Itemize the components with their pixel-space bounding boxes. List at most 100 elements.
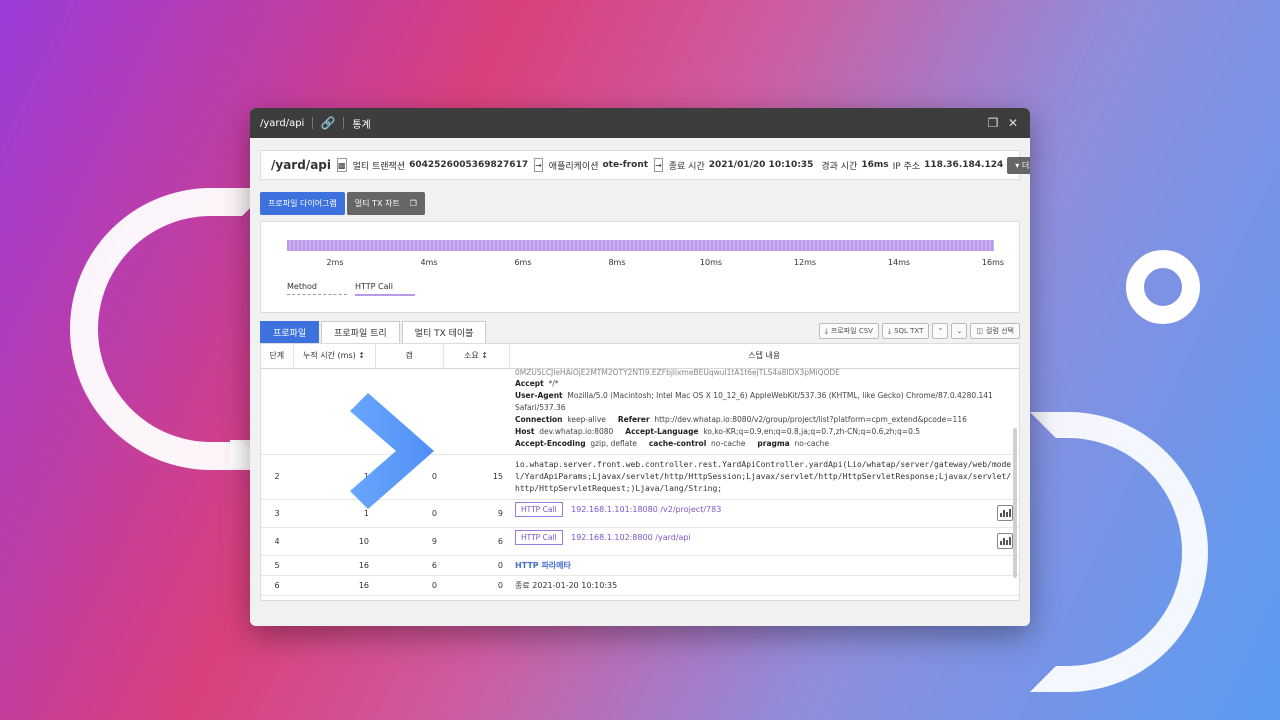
duration-cell: 0 xyxy=(443,575,509,596)
col-gap[interactable]: 갭 xyxy=(375,344,444,369)
http-call-badge[interactable]: HTTP Call xyxy=(515,530,563,545)
step-cell: 4 xyxy=(261,527,293,556)
decorative-arc-right xyxy=(1030,412,1208,692)
tick-label: 14ms xyxy=(887,258,911,267)
chart-icon[interactable]: ▩ xyxy=(337,158,347,172)
header-value: no-cache xyxy=(794,438,829,448)
truncated-line: 0MZU5LCJleHAiOjE2MTM2OTY2NTl9.EZFbjlixme… xyxy=(515,368,840,377)
bar-chart-icon[interactable] xyxy=(997,533,1013,549)
multi-tx-chart-button[interactable]: 멀티 TX 차트 ❐ xyxy=(346,192,425,215)
tick-label: 12ms xyxy=(793,258,817,267)
content-cell: io.whatap.server.front.web.controller.re… xyxy=(509,454,1019,500)
http-target-path: /v2/project/783 xyxy=(660,505,722,514)
sort-icon[interactable]: ↕ xyxy=(358,351,365,360)
content-cell: HTTP Call 192.168.1.102:8800 /yard/api xyxy=(509,527,1019,556)
tick-label: 16ms xyxy=(981,258,1005,267)
duration-cell: 9 xyxy=(443,499,509,528)
profile-window: /yard/api 🔗 통계 ❐ ✕ /yard/api ▩ 멀티 트랜잭션 6… xyxy=(250,108,1030,626)
duration-cell: 6 xyxy=(443,527,509,556)
link-icon[interactable]: 🔗 xyxy=(321,116,336,130)
legend-http-call: HTTP Call xyxy=(355,282,393,291)
http-call-badge[interactable]: HTTP Call xyxy=(515,502,563,517)
header-key: Accept-Encoding xyxy=(515,438,586,448)
multi-tx-id: 6042526005369827617 xyxy=(409,160,529,170)
gap-cell: 0 xyxy=(375,575,443,596)
copy-icon[interactable]: ❐ xyxy=(410,199,417,208)
header-key: Accept-Language xyxy=(625,426,699,436)
profile-diagram-button[interactable]: 프로파일 다이어그램 xyxy=(260,192,345,215)
app-label: 애플리케이션 xyxy=(548,161,599,172)
bar-chart-icon[interactable] xyxy=(997,505,1013,521)
header-key: cache-control xyxy=(648,438,707,448)
tick-label: 4ms xyxy=(420,258,438,267)
more-label: 더보기 xyxy=(1021,160,1030,170)
header-value: gzip, deflate xyxy=(590,438,637,448)
http-param-link[interactable]: HTTP 파라메타 xyxy=(509,555,1019,576)
sql-label: SQL TXT xyxy=(894,327,924,335)
table-row[interactable]: 4 10 9 6 HTTP Call 192.168.1.102:8800 /y… xyxy=(261,527,1019,556)
close-icon[interactable]: ✕ xyxy=(1006,116,1020,130)
cumulative-cell: 16 xyxy=(293,555,375,576)
app-name: ote-front xyxy=(602,160,649,170)
duration-cell: 15 xyxy=(443,454,509,500)
col-cumulative[interactable]: 누적 시간 (ms) ↕ xyxy=(293,344,376,369)
step-cell: 3 xyxy=(261,499,293,528)
chevron-up-icon[interactable]: ⌃ xyxy=(932,323,949,339)
col-content[interactable]: 스텝 내용 xyxy=(509,344,1019,369)
http-headers-cell: 0MZU5LCJleHAiOjE2MTM2OTY2NTl9.EZFbjlixme… xyxy=(509,368,1019,455)
table-row[interactable]: 6 16 0 0 종료 2021-01-20 10:10:35 xyxy=(261,575,1019,596)
transaction-info-bar: /yard/api ▩ 멀티 트랜잭션 6042526005369827617 … xyxy=(260,150,1030,180)
duration-cell: 0 xyxy=(443,555,509,576)
header-key: Host xyxy=(515,426,535,436)
gap-cell: 9 xyxy=(375,527,443,556)
tick-label: 2ms xyxy=(326,258,344,267)
column-select-label: 컬럼 선택 xyxy=(986,327,1014,335)
tab-profile[interactable]: 프로파일 xyxy=(260,321,320,343)
table-scrollbar[interactable] xyxy=(1013,428,1017,578)
view-toggle: 프로파일 다이어그램 멀티 TX 차트 ❐ xyxy=(260,192,1020,215)
title-divider xyxy=(343,117,345,129)
table-row[interactable]: 5 16 6 0 HTTP 파라메타 xyxy=(261,555,1019,576)
sql-download-button[interactable]: ⤓ SQL TXT xyxy=(881,323,930,339)
sort-icon[interactable]: ↕ xyxy=(481,351,488,360)
tab-profile-tree[interactable]: 프로파일 트리 xyxy=(321,321,400,343)
elapsed-label: 경과 시간 xyxy=(821,161,858,172)
content-cell: HTTP Call 192.168.1.101:18080 /v2/projec… xyxy=(509,499,1019,528)
cumulative-cell: 10 xyxy=(293,527,375,556)
download-icon: ⤓ xyxy=(824,326,828,335)
ip-label: IP 주소 xyxy=(892,161,921,172)
header-value: */* xyxy=(548,378,559,388)
stat-link[interactable]: 통계 xyxy=(352,116,370,131)
header-key: Accept xyxy=(515,378,544,388)
tick-label: 8ms xyxy=(608,258,626,267)
download-icon: ⤓ xyxy=(887,326,892,335)
tab-multi-tx-table[interactable]: 멀티 TX 테이블 xyxy=(401,321,487,343)
col-duration[interactable]: 소요 ↕ xyxy=(443,344,510,369)
arrow-right-icon[interactable]: → xyxy=(534,158,543,172)
header-value: no-cache xyxy=(711,438,746,448)
header-key: pragma xyxy=(757,438,790,448)
elapsed-value: 16ms xyxy=(861,160,889,170)
cumulative-cell: 16 xyxy=(293,575,375,596)
decorative-ring xyxy=(1126,250,1200,324)
csv-label: 프로파일 CSV xyxy=(830,327,873,335)
col-cumulative-label: 누적 시간 (ms) xyxy=(303,351,356,361)
col-step[interactable]: 단계 xyxy=(261,344,294,369)
arrow-right-icon[interactable]: → xyxy=(654,158,663,172)
tick-label: 6ms xyxy=(514,258,532,267)
header-value: http://dev.whatap.io:8080/v2/group/proje… xyxy=(654,414,967,424)
timeline-bar[interactable] xyxy=(287,240,994,251)
header-key: Referer xyxy=(617,414,650,424)
header-value: Mozilla/5.0 (Macintosh; Intel Mac OS X 1… xyxy=(515,390,993,412)
step-cell: 5 xyxy=(261,555,293,576)
maximize-icon[interactable]: ❐ xyxy=(986,116,1000,130)
column-select-button[interactable]: ◫ 컬럼 선택 xyxy=(970,323,1020,339)
more-button[interactable]: ▾ 더보기 xyxy=(1007,156,1030,174)
profile-tabs: 프로파일 프로파일 트리 멀티 TX 테이블 ⤓ 프로파일 CSV ⤓ SQL TX… xyxy=(260,321,1020,343)
header-key: User-Agent xyxy=(515,390,563,400)
header-value: dev.whatap.io:8080 xyxy=(539,426,614,436)
chevron-down-icon[interactable]: ⌄ xyxy=(951,323,968,339)
title-divider xyxy=(312,117,314,129)
csv-download-button[interactable]: ⤓ 프로파일 CSV xyxy=(818,323,879,339)
window-titlebar: /yard/api 🔗 통계 ❐ ✕ xyxy=(250,108,1030,138)
